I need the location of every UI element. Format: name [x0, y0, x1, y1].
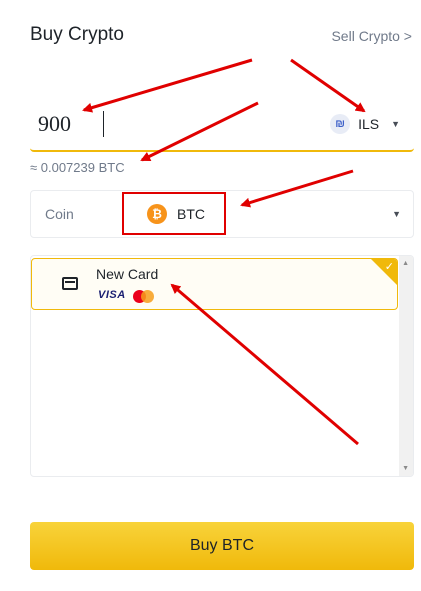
caret-down-icon: ▼: [392, 209, 401, 219]
mastercard-logo: [133, 290, 155, 303]
scrollbar[interactable]: [399, 256, 413, 476]
scroll-up-icon[interactable]: ▲: [402, 260, 409, 267]
shekel-icon: ₪: [330, 114, 351, 134]
payment-option-new-card[interactable]: ✓ New Card VISA: [31, 258, 398, 310]
buy-button[interactable]: Buy BTC: [30, 522, 414, 570]
annotation-highlight-box: [122, 192, 226, 235]
visa-logo: VISA: [98, 289, 126, 301]
page-title: Buy Crypto: [30, 24, 124, 45]
sell-crypto-link[interactable]: Sell Crypto >: [331, 28, 412, 44]
card-label: New Card: [96, 266, 159, 282]
payment-methods-list: ▲ ▼ ✓ New Card VISA: [30, 255, 414, 477]
caret-down-icon: ▼: [391, 119, 400, 129]
scroll-down-icon[interactable]: ▼: [402, 465, 409, 472]
card-icon: [62, 277, 78, 290]
amount-input[interactable]: 900 ₪ ILS ▼: [30, 98, 414, 152]
coin-label: Coin: [45, 206, 74, 222]
currency-selector[interactable]: ₪ ILS ▼: [330, 113, 400, 135]
conversion-estimate: ≈ 0.007239 BTC: [30, 160, 125, 175]
currency-code: ILS: [358, 116, 380, 132]
amount-value[interactable]: 900: [38, 111, 71, 137]
check-icon: ✓: [384, 261, 394, 273]
text-caret: [103, 111, 104, 137]
